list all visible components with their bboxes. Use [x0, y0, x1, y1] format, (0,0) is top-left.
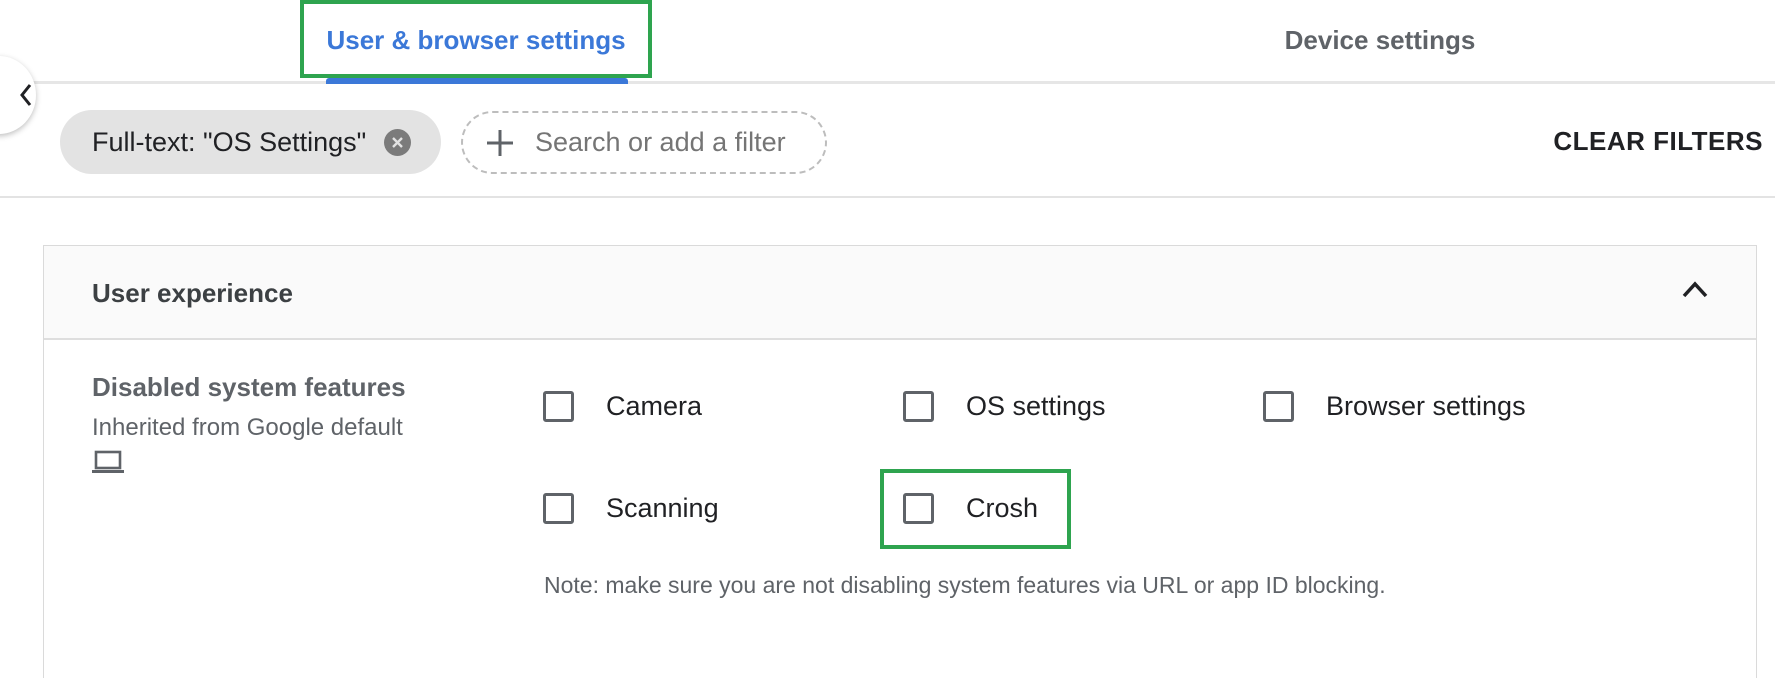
- setting-note: Note: make sure you are not disabling sy…: [544, 572, 1386, 598]
- card-header[interactable]: User experience: [44, 246, 1756, 340]
- search-filter-input[interactable]: Search or add a filter: [461, 111, 827, 174]
- option-label: Crosh: [966, 492, 1039, 523]
- setting-inherited-text: Inherited from Google default: [92, 414, 403, 441]
- user-experience-card: User experience Disabled system features…: [43, 245, 1757, 678]
- plus-icon: [485, 128, 515, 158]
- tab-device-label: Device settings: [1284, 25, 1476, 55]
- collapse-button[interactable]: [1682, 280, 1708, 303]
- filter-bar: Full-text: "OS Settings" Search or add a…: [0, 84, 1775, 198]
- close-circle-icon[interactable]: [384, 128, 412, 156]
- crosh-checkbox[interactable]: [903, 492, 934, 524]
- os-settings-checkbox[interactable]: [903, 390, 934, 422]
- clear-filters-button[interactable]: CLEAR FILTERS: [1553, 126, 1763, 157]
- scanning-checkbox[interactable]: [543, 492, 574, 524]
- filter-chip[interactable]: Full-text: "OS Settings": [60, 110, 442, 174]
- browser-settings-checkbox[interactable]: [1263, 390, 1294, 422]
- settings-tabs: User & browser settings Device settings: [0, 0, 1775, 84]
- chevron-up-icon: [1682, 281, 1708, 298]
- tab-user-browser-label: User & browser settings: [326, 25, 626, 55]
- option-scanning[interactable]: Scanning: [543, 488, 719, 528]
- admin-console-page: User & browser settings Device settings …: [0, 0, 1775, 678]
- filter-chip-label: Full-text: "OS Settings": [92, 126, 367, 157]
- option-browser-settings[interactable]: Browser settings: [1263, 386, 1526, 426]
- setting-name: Disabled system features: [92, 372, 406, 402]
- search-filter-placeholder: Search or add a filter: [535, 127, 786, 157]
- option-label: Browser settings: [1326, 390, 1526, 421]
- laptop-icon: [92, 450, 124, 481]
- camera-checkbox[interactable]: [543, 390, 574, 422]
- option-crosh[interactable]: Crosh: [903, 488, 1038, 528]
- section-title: User experience: [92, 278, 293, 308]
- option-os-settings[interactable]: OS settings: [903, 386, 1106, 426]
- option-label: Camera: [606, 390, 703, 421]
- option-label: OS settings: [966, 390, 1106, 421]
- tab-device-settings[interactable]: Device settings: [1255, 0, 1505, 81]
- option-camera[interactable]: Camera: [543, 386, 702, 426]
- tab-user-browser-settings[interactable]: User & browser settings: [300, 0, 652, 81]
- option-label: Scanning: [606, 492, 719, 523]
